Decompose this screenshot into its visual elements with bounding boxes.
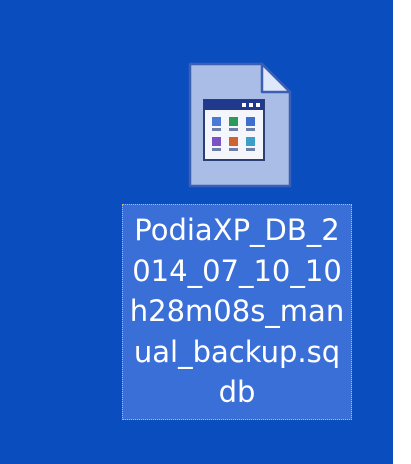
desktop: PodiaXP_DB_2 014_07_10_10 h28m08s_man ual_b… xyxy=(0,0,393,464)
desktop-file-item[interactable]: PodiaXP_DB_2 014_07_10_10 h28m08s_man ual_b… xyxy=(120,60,356,422)
database-file-icon[interactable] xyxy=(186,60,296,190)
file-name-line: db xyxy=(218,375,256,409)
file-name-label[interactable]: PodiaXP_DB_2 014_07_10_10 h28m08s_man ual_b… xyxy=(122,204,352,420)
file-name-line: 014_07_10_10 xyxy=(132,253,342,288)
file-name-line: PodiaXP_DB_2 xyxy=(134,213,340,247)
file-name-line: ual_backup.sq xyxy=(133,334,341,369)
file-name-line: h28m08s_man xyxy=(129,294,345,328)
